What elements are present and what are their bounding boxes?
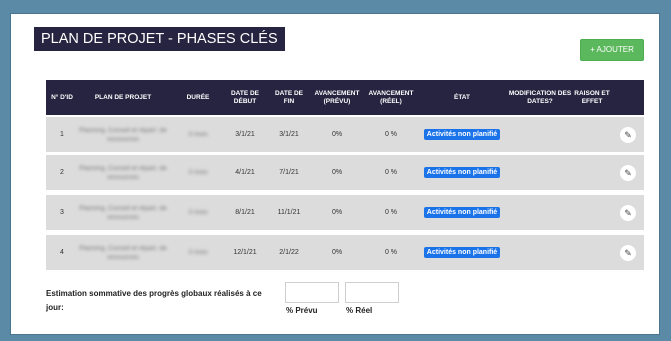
row-plan: Planning, Conseil et répart. de ressourc…	[79, 244, 167, 261]
row-duree: 3 mois	[188, 131, 208, 138]
reel-input[interactable]	[345, 282, 399, 303]
reel-label: % Réel	[346, 306, 373, 315]
header-modif: MODIFICATION DES DATES?	[508, 89, 572, 105]
row-plan: Planning, Conseil et répart. de ressourc…	[79, 164, 167, 181]
prevu-label: % Prévu	[286, 306, 318, 315]
table-header: N° D'ID PLAN DE PROJET DURÉE DATE DE DÉB…	[46, 80, 644, 115]
row-debut: 3/1/21	[235, 131, 255, 138]
row-reel: 0 %	[384, 131, 398, 138]
pencil-icon[interactable]: ✎	[620, 245, 636, 261]
header-reel: AVANCEMENT (RÉEL)	[368, 89, 414, 105]
row-id: 1	[60, 131, 64, 138]
row-debut: 4/1/21	[235, 169, 255, 176]
status-badge: Activités non planifié	[423, 207, 501, 218]
row-reel: 0 %	[384, 249, 398, 256]
table-row: 2 Planning, Conseil et répart. de ressou…	[46, 155, 644, 190]
header-duree: DURÉE	[186, 93, 210, 101]
status-badge: Activités non planifié	[423, 129, 501, 140]
pencil-icon[interactable]: ✎	[620, 205, 636, 221]
pencil-icon[interactable]: ✎	[620, 165, 636, 181]
prevu-input[interactable]	[285, 282, 339, 303]
table-row: 4 Planning, Conseil et répart. de ressou…	[46, 235, 644, 270]
status-cell: Activités non planifié	[414, 235, 510, 270]
row-prevu: 0%	[331, 169, 343, 176]
header-prevu: AVANCEMENT (PRÉVU)	[314, 89, 360, 105]
row-fin: 7/1/21	[279, 169, 299, 176]
table-row: 3 Planning, Conseil et répart. de ressou…	[46, 195, 644, 230]
row-fin: 3/1/21	[279, 131, 299, 138]
summary-label: Estimation sommative des progrès globaux…	[46, 289, 262, 312]
header-plan: PLAN DE PROJET	[94, 93, 152, 101]
status-cell: Activités non planifié	[414, 117, 510, 152]
table-row: 1 Planning, Conseil et répart. de ressou…	[46, 117, 644, 152]
row-duree: 3 mois	[188, 209, 208, 216]
status-cell: Activités non planifié	[414, 195, 510, 230]
row-duree: 3 mois	[188, 169, 208, 176]
pencil-icon[interactable]: ✎	[620, 127, 636, 143]
row-debut: 8/1/21	[235, 209, 255, 216]
row-prevu: 0%	[331, 249, 343, 256]
row-debut: 12/1/21	[233, 249, 257, 256]
row-id: 2	[60, 169, 64, 176]
header-raison: RAISON ET EFFET	[574, 89, 610, 105]
row-reel: 0 %	[384, 169, 398, 176]
status-badge: Activités non planifié	[423, 167, 501, 178]
row-fin: 11/1/21	[277, 209, 301, 216]
header-debut: DATE DE DÉBUT	[230, 89, 260, 105]
row-id: 4	[60, 249, 64, 256]
header-fin: DATE DE FIN	[274, 89, 304, 105]
row-plan: Planning, Conseil et répart. de ressourc…	[79, 126, 167, 143]
status-badge: Activités non planifié	[423, 247, 501, 258]
row-reel: 0 %	[384, 209, 398, 216]
page-title: PLAN DE PROJET - PHASES CLÉS	[34, 27, 285, 51]
row-id: 3	[60, 209, 64, 216]
header-id: N° D'ID	[51, 93, 73, 101]
add-button[interactable]: + AJOUTER	[580, 39, 644, 61]
row-plan: Planning, Conseil et répart. de ressourc…	[79, 204, 167, 221]
row-fin: 2/1/22	[279, 249, 299, 256]
row-duree: 3 mois	[188, 249, 208, 256]
row-prevu: 0%	[331, 131, 343, 138]
header-etat: ÉTAT	[453, 93, 470, 101]
status-cell: Activités non planifié	[414, 155, 510, 190]
row-prevu: 0%	[331, 209, 343, 216]
